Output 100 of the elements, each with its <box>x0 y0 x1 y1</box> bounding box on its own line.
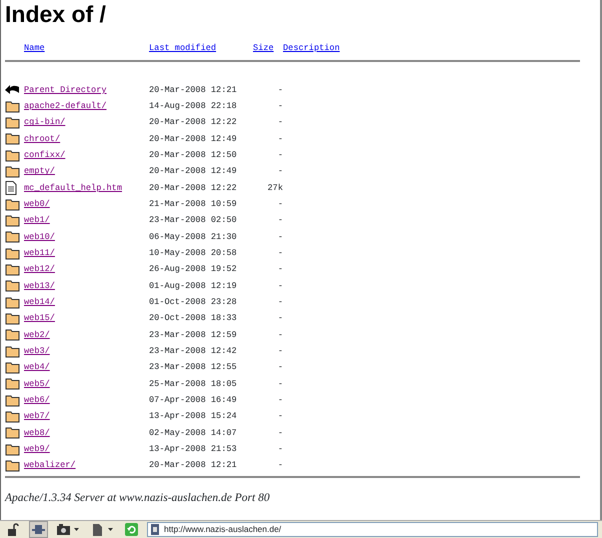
folder-icon <box>5 198 20 211</box>
folder-icon <box>5 230 20 244</box>
file-link[interactable]: web11/ <box>24 248 55 258</box>
modified-date: 01-Aug-2008 12:19 <box>149 280 238 293</box>
file-link[interactable]: web12/ <box>24 264 55 274</box>
file-link[interactable]: web13/ <box>24 280 55 291</box>
file-size: 27k <box>266 182 283 195</box>
folder-icon <box>5 164 20 178</box>
dropdown-caret-icon <box>108 528 113 531</box>
column-header-link[interactable]: Size <box>253 43 274 53</box>
file-link[interactable]: web0/ <box>24 199 50 210</box>
folder-icon <box>5 132 20 146</box>
file-link[interactable]: apache2-default/ <box>24 101 107 112</box>
file-link[interactable]: web2/ <box>24 330 50 340</box>
file-link[interactable]: web15/ <box>24 313 55 324</box>
modified-date: 20-Mar-2008 12:49 <box>149 165 238 178</box>
folder-icon <box>5 246 20 260</box>
refresh-icon <box>125 523 138 536</box>
modified-date: 23-Mar-2008 12:42 <box>149 344 238 358</box>
file-size: - <box>276 296 283 309</box>
folder-icon <box>5 458 20 472</box>
modified-date: 20-Oct-2008 18:33 <box>149 312 238 326</box>
modified-date: 23-Mar-2008 12:59 <box>149 328 238 342</box>
file-size: - <box>276 149 283 162</box>
file-link[interactable]: web7/ <box>24 411 50 422</box>
modified-date: 20-Mar-2008 12:21 <box>149 84 238 97</box>
file-link[interactable]: web6/ <box>24 394 50 405</box>
column-header-link[interactable]: Description <box>283 43 340 53</box>
folder-icon <box>5 279 20 292</box>
file-size: - <box>276 344 283 358</box>
back-arrow-icon <box>5 84 20 96</box>
folder-icon <box>5 214 20 227</box>
modified-date: 20-Mar-2008 12:22 <box>149 182 238 195</box>
network-tool-button[interactable] <box>29 521 48 538</box>
file-size: - <box>276 100 283 113</box>
file-size: - <box>276 426 283 440</box>
camera-tool-button[interactable] <box>54 521 82 538</box>
file-link[interactable]: web10/ <box>24 232 55 242</box>
file-size: - <box>276 132 283 146</box>
file-link[interactable]: web9/ <box>24 444 50 454</box>
file-link[interactable]: chroot/ <box>24 134 60 144</box>
file-link[interactable]: Parent Directory <box>24 84 107 95</box>
file-link[interactable]: mc_default_help.htm <box>24 182 122 193</box>
folder-icon <box>5 360 20 374</box>
network-icon <box>32 523 45 536</box>
modified-date: 23-Mar-2008 02:50 <box>149 214 238 228</box>
column-header-link[interactable]: Last modified <box>149 43 216 53</box>
document-icon <box>5 181 17 196</box>
file-size: - <box>276 280 283 293</box>
file-size: - <box>276 410 283 424</box>
modified-date: 01-Oct-2008 23:28 <box>149 296 238 309</box>
file-size: - <box>276 394 283 407</box>
modified-date: 25-Mar-2008 18:05 <box>149 378 238 391</box>
server-signature: Apache/1.3.34 Server at www.nazis-auslachen.de Port 80 <box>5 490 271 506</box>
modified-date: 23-Mar-2008 12:55 <box>149 361 238 374</box>
camera-icon <box>57 523 70 536</box>
file-size: - <box>276 198 283 211</box>
file-size: - <box>276 328 283 342</box>
modified-date: 02-May-2008 14:07 <box>149 426 238 440</box>
file-size: - <box>276 442 283 456</box>
file-size: - <box>276 230 283 244</box>
file-size: - <box>276 214 283 228</box>
file-link[interactable]: webalizer/ <box>24 460 76 470</box>
file-link[interactable]: web3/ <box>24 346 50 356</box>
file-link[interactable]: web5/ <box>24 378 50 389</box>
folder-icon <box>5 148 20 162</box>
page-icon <box>151 524 159 535</box>
file-size: - <box>276 84 283 97</box>
modified-date: 20-Mar-2008 12:21 <box>149 459 238 472</box>
folder-icon <box>5 442 20 456</box>
folder-icon <box>5 426 20 440</box>
file-size: - <box>276 263 283 276</box>
modified-date: 14-Aug-2008 22:18 <box>149 100 238 113</box>
modified-date: 20-Mar-2008 12:49 <box>149 132 238 146</box>
folder-icon <box>5 328 20 342</box>
file-link[interactable]: web4/ <box>24 362 50 372</box>
file-link[interactable]: confixx/ <box>24 150 66 160</box>
column-header-link[interactable]: Name <box>24 43 45 53</box>
file-link[interactable]: empty/ <box>24 166 55 176</box>
file-size: - <box>276 459 283 472</box>
file-size: - <box>276 378 283 391</box>
modified-date: 21-Mar-2008 10:59 <box>149 198 238 211</box>
file-link[interactable]: web14/ <box>24 296 55 307</box>
file-link[interactable]: web8/ <box>24 428 50 438</box>
modified-date: 26-Aug-2008 19:52 <box>149 263 238 276</box>
refresh-tool-button[interactable] <box>122 521 141 538</box>
file-size: - <box>276 116 283 130</box>
folder-icon <box>5 262 20 276</box>
modified-date: 06-May-2008 21:30 <box>149 230 238 244</box>
folder-icon <box>5 116 20 129</box>
modified-date: 13-Apr-2008 21:53 <box>149 442 238 456</box>
folder-icon <box>5 394 20 407</box>
file-link[interactable]: web1/ <box>24 215 50 226</box>
folder-icon <box>5 377 20 390</box>
file-size: - <box>276 361 283 374</box>
file-link[interactable]: cgi-bin/ <box>24 117 66 128</box>
file-size: - <box>276 165 283 178</box>
page-title: Index of / <box>5 0 107 28</box>
address-field[interactable]: http://www.nazis-auslachen.de/ <box>147 522 598 537</box>
file-size: - <box>276 312 283 326</box>
